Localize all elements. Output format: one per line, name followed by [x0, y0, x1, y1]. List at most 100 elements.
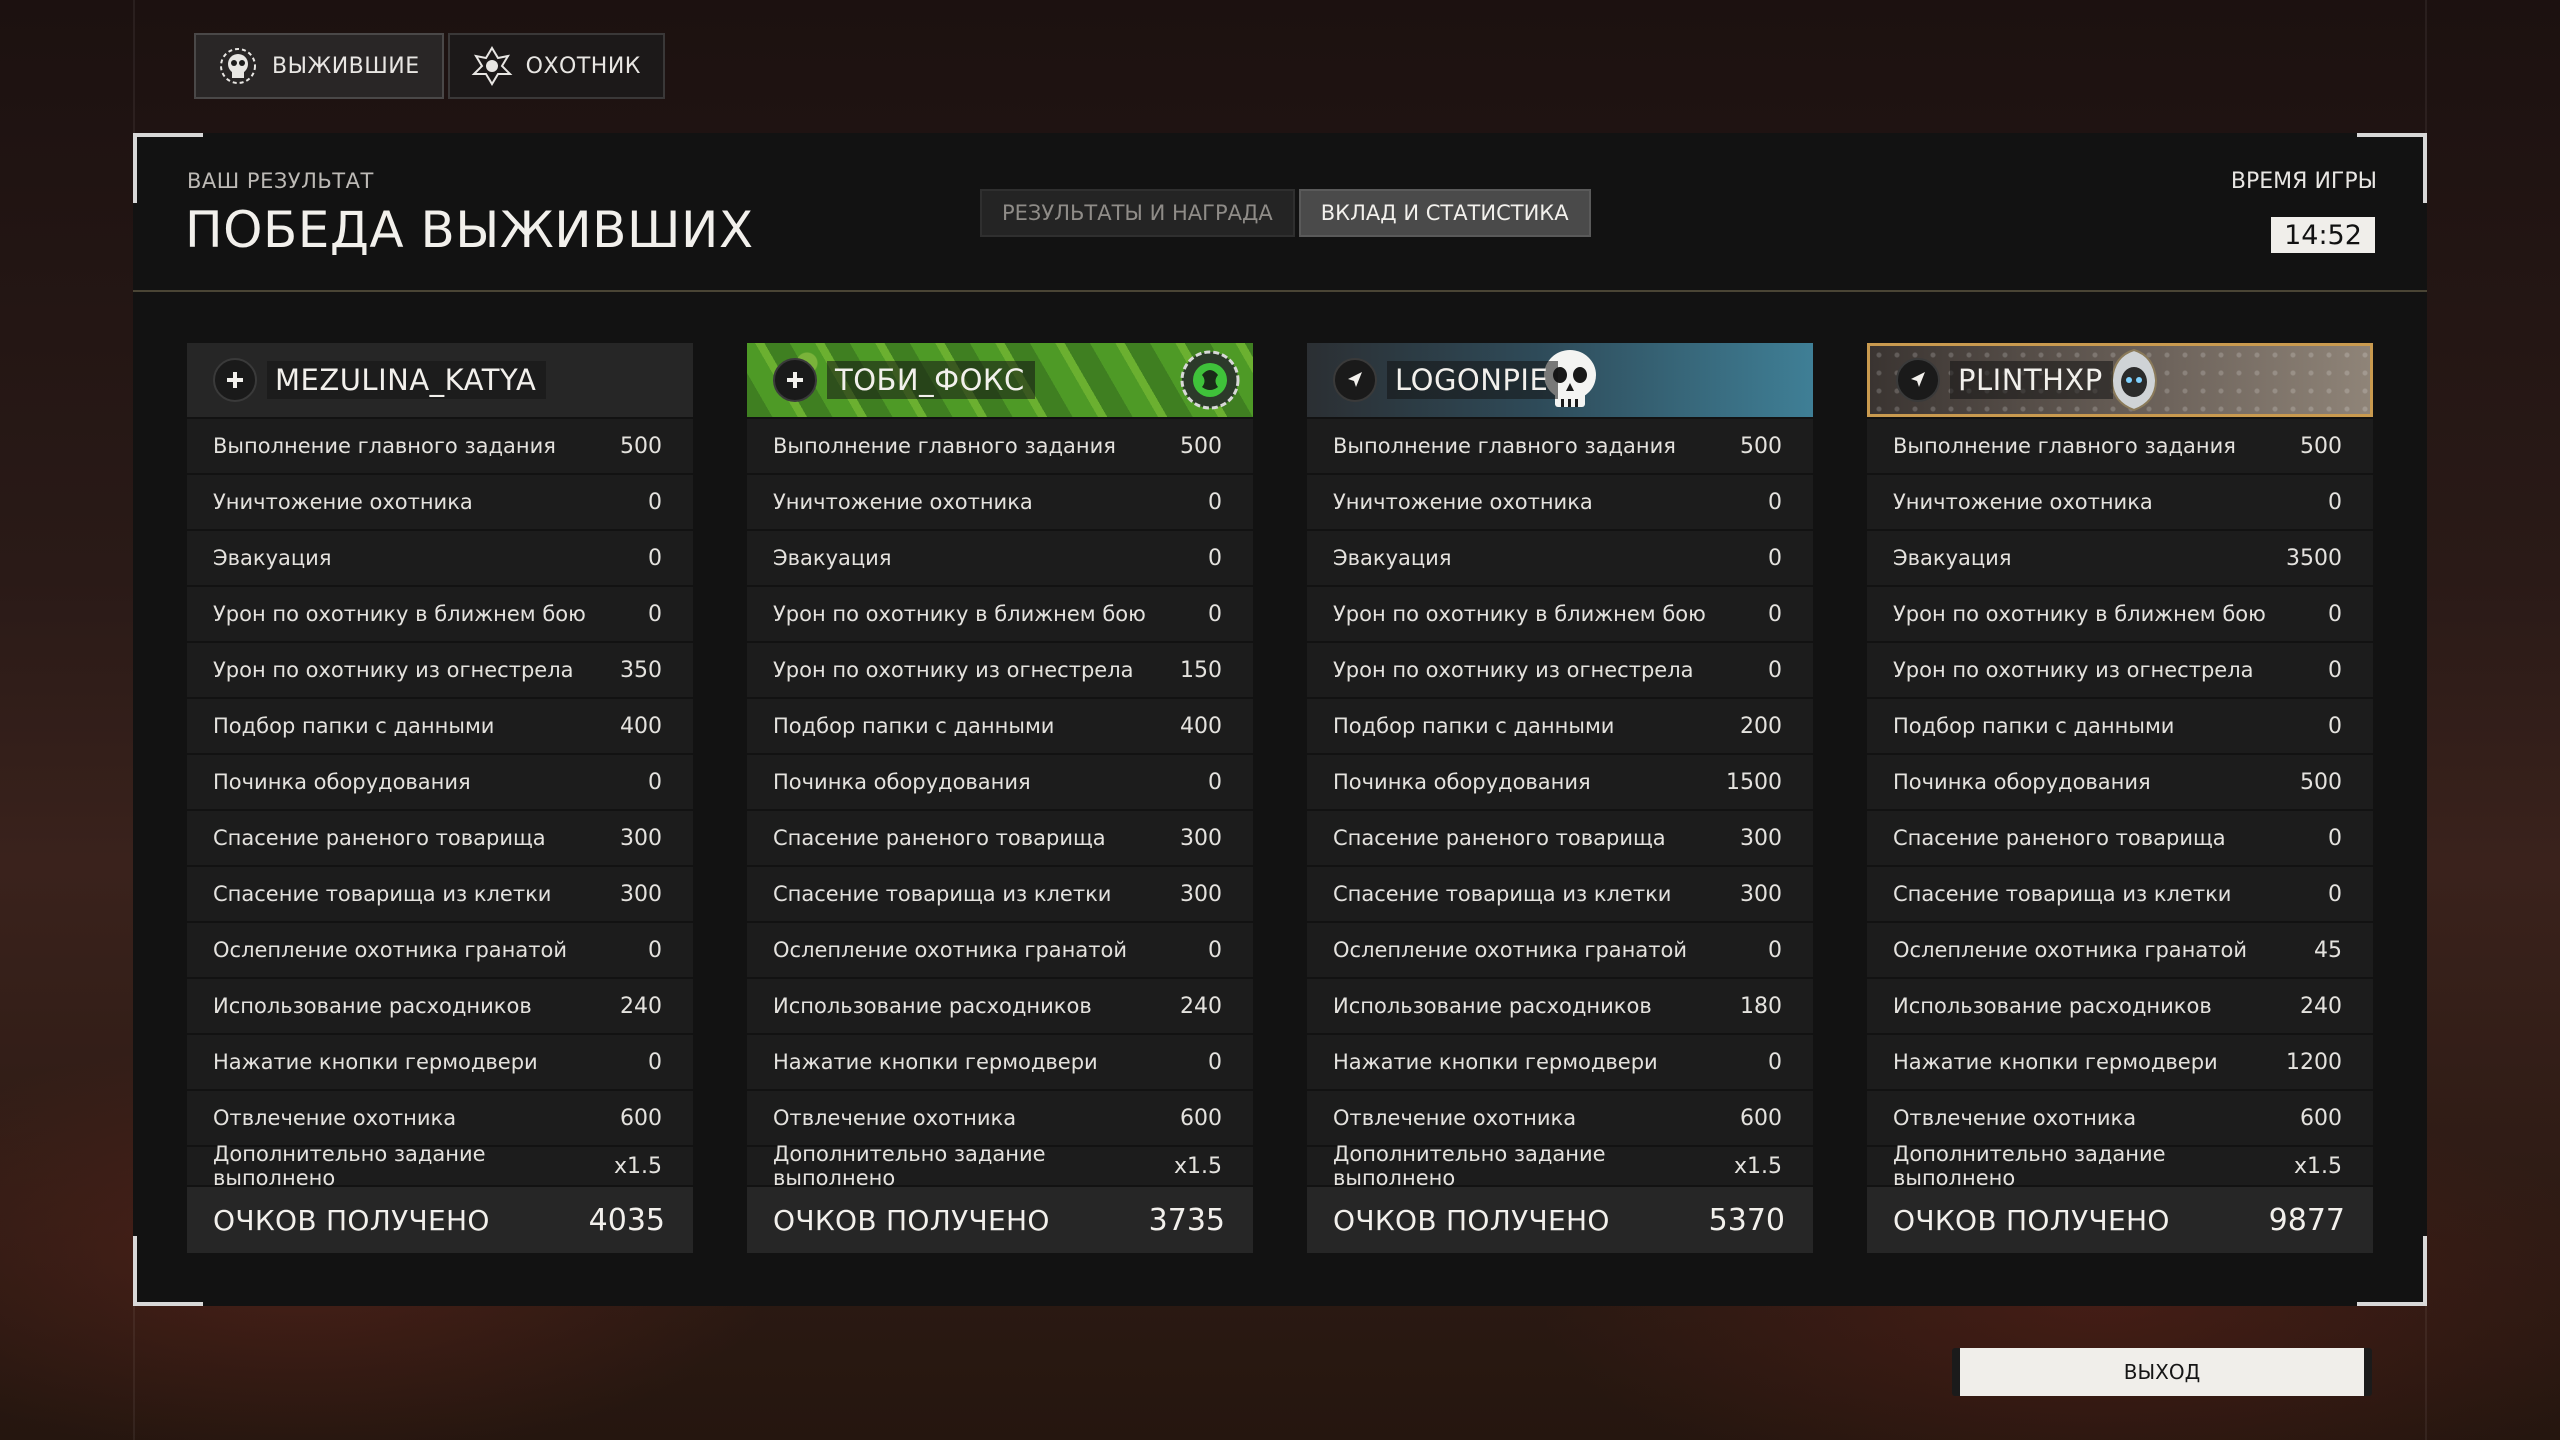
- stat-label: Отвлечение охотника: [773, 1106, 1017, 1130]
- total-label: ОЧКОВ ПОЛУЧЕНО: [1333, 1203, 1610, 1237]
- stat-value: 0: [1768, 545, 1782, 571]
- stat-label: Ослепление охотника гранатой: [1893, 938, 2247, 962]
- stat-value: 3500: [2286, 545, 2342, 571]
- stat-value: 0: [1768, 657, 1782, 683]
- multiplier-label: Дополнительно задание выполнено: [773, 1142, 1046, 1190]
- stat-label: Урон по охотнику из огнестрела: [773, 658, 1134, 682]
- hunter-emblem-icon: [470, 44, 514, 88]
- stat-row: Спасение товарища из клетки 300: [747, 867, 1253, 921]
- banner-emblem-icon: [1177, 347, 1243, 417]
- stat-row: Урон по охотнику из огнестрела 350: [187, 643, 693, 697]
- stat-label: Отвлечение охотника: [1893, 1106, 2137, 1130]
- stat-value: 0: [2328, 657, 2342, 683]
- stat-row: Подбор папки с данными 400: [747, 699, 1253, 753]
- stat-value: 180: [1740, 993, 1782, 1019]
- stat-value: 45: [2314, 937, 2342, 963]
- stat-value: 0: [648, 489, 662, 515]
- stat-label: Нажатие кнопки гермодвери: [1893, 1050, 2218, 1074]
- stat-value: 0: [1768, 1049, 1782, 1075]
- stat-row: Подбор папки с данными 400: [187, 699, 693, 753]
- stat-label: Нажатие кнопки гермодвери: [773, 1050, 1098, 1074]
- total-row: ОЧКОВ ПОЛУЧЕНО 3735: [747, 1187, 1253, 1253]
- medic-plus-icon: [213, 358, 257, 402]
- stat-value: 600: [2300, 1105, 2342, 1131]
- stat-label: Уничтожение охотника: [1333, 490, 1593, 514]
- stat-value: 0: [1768, 489, 1782, 515]
- stat-value: 300: [1740, 825, 1782, 851]
- total-label: ОЧКОВ ПОЛУЧЕНО: [773, 1203, 1050, 1237]
- stat-row: Нажатие кнопки гермодвери 0: [747, 1035, 1253, 1089]
- tab-results-rewards[interactable]: РЕЗУЛЬТАТЫ И НАГРАДА: [980, 189, 1295, 237]
- stat-row: Урон по охотнику в ближнем бою 0: [187, 587, 693, 641]
- multiplier-label: Дополнительно задание выполнено: [1333, 1142, 1606, 1190]
- stat-value: 0: [648, 769, 662, 795]
- tab-contribution-stats[interactable]: ВКЛАД И СТАТИСТИКА: [1298, 189, 1591, 237]
- stat-label: Урон по охотнику из огнестрела: [213, 658, 574, 682]
- stat-label: Починка оборудования: [1333, 770, 1591, 794]
- total-row: ОЧКОВ ПОЛУЧЕНО 4035: [187, 1187, 693, 1253]
- stat-value: 0: [1208, 937, 1222, 963]
- stat-label: Эвакуация: [1333, 546, 1452, 570]
- stat-value: 0: [1208, 489, 1222, 515]
- multiplier-label: Дополнительно задание выполнено: [213, 1142, 486, 1190]
- stat-label: Урон по охотнику из огнестрела: [1333, 658, 1694, 682]
- player-card: MEZULINA_KATYA Выполнение главного задан…: [187, 343, 693, 1253]
- scout-arrow-icon: [1333, 358, 1377, 402]
- stat-label: Починка оборудования: [773, 770, 1031, 794]
- stat-row: Эвакуация 0: [187, 531, 693, 585]
- stat-row: Ослепление охотника гранатой 0: [747, 923, 1253, 977]
- game-time-label: ВРЕМЯ ИГРЫ: [2230, 169, 2377, 194]
- tab-survivors[interactable]: ВЫЖИВШИЕ: [194, 33, 444, 99]
- stat-label: Выполнение главного задания: [1893, 434, 2236, 458]
- stat-row: Спасение товарища из клетки 0: [1867, 867, 2373, 921]
- stat-row: Спасение раненого товарища 0: [1867, 811, 2373, 865]
- stat-value: 600: [620, 1105, 662, 1131]
- stat-label: Отвлечение охотника: [1333, 1106, 1577, 1130]
- stat-row: Спасение раненого товарища 300: [747, 811, 1253, 865]
- results-panel: ВАШ РЕЗУЛЬТАТ ПОБЕДА ВЫЖИВШИХ РЕЗУЛЬТАТЫ…: [133, 133, 2427, 1306]
- divider: [133, 290, 2427, 292]
- player-card: ТОБИ_ФОКС Выполнение главного задания 500…: [747, 343, 1253, 1253]
- stat-value: 0: [2328, 881, 2342, 907]
- stat-value: 0: [1768, 601, 1782, 627]
- stat-label: Выполнение главного задания: [773, 434, 1116, 458]
- stat-label: Спасение товарища из клетки: [1333, 882, 1672, 906]
- stat-row: Урон по охотнику из огнестрела 0: [1307, 643, 1813, 697]
- stat-value: 1500: [1726, 769, 1782, 795]
- stat-value: 150: [1180, 657, 1222, 683]
- stat-row: Выполнение главного задания 500: [1867, 419, 2373, 473]
- multiplier-row: Дополнительно задание выполнено x1.5: [1307, 1142, 1813, 1190]
- stat-row: Подбор папки с данными 0: [1867, 699, 2373, 753]
- stat-value: 300: [1180, 881, 1222, 907]
- stat-row: Нажатие кнопки гермодвери 0: [187, 1035, 693, 1089]
- stat-value: 0: [648, 1049, 662, 1075]
- stat-row: Урон по охотнику из огнестрела 150: [747, 643, 1253, 697]
- stat-value: 500: [2300, 433, 2342, 459]
- stat-value: 0: [1208, 1049, 1222, 1075]
- stat-value: 0: [648, 545, 662, 571]
- total-value: 9877: [2268, 1202, 2345, 1238]
- stat-row: Спасение товарища из клетки 300: [1307, 867, 1813, 921]
- stat-value: 500: [1180, 433, 1222, 459]
- stat-row: Эвакуация 0: [1307, 531, 1813, 585]
- stat-value: 500: [620, 433, 662, 459]
- stat-label: Использование расходников: [213, 994, 532, 1018]
- exit-button[interactable]: ВЫХОД: [1952, 1348, 2372, 1396]
- stat-value: 500: [2300, 769, 2342, 795]
- stat-label: Эвакуация: [213, 546, 332, 570]
- player-name: PLINTHXP: [1950, 361, 2113, 399]
- tab-hunter[interactable]: ОХОТНИК: [447, 33, 665, 99]
- stat-label: Выполнение главного задания: [1333, 434, 1676, 458]
- stat-label: Спасение раненого товарища: [1893, 826, 2226, 850]
- stat-value: 400: [1180, 713, 1222, 739]
- stat-value: 300: [620, 825, 662, 851]
- stat-row: Использование расходников 240: [747, 979, 1253, 1033]
- stat-label: Подбор папки с данными: [1893, 714, 2175, 738]
- stat-value: 0: [1768, 937, 1782, 963]
- stat-row: Отвлечение охотника 600: [1307, 1091, 1813, 1145]
- total-label: ОЧКОВ ПОЛУЧЕНО: [1893, 1203, 2170, 1237]
- stat-value: 300: [1740, 881, 1782, 907]
- stat-label: Починка оборудования: [213, 770, 471, 794]
- stat-value: 0: [2328, 713, 2342, 739]
- stat-row: Уничтожение охотника 0: [747, 475, 1253, 529]
